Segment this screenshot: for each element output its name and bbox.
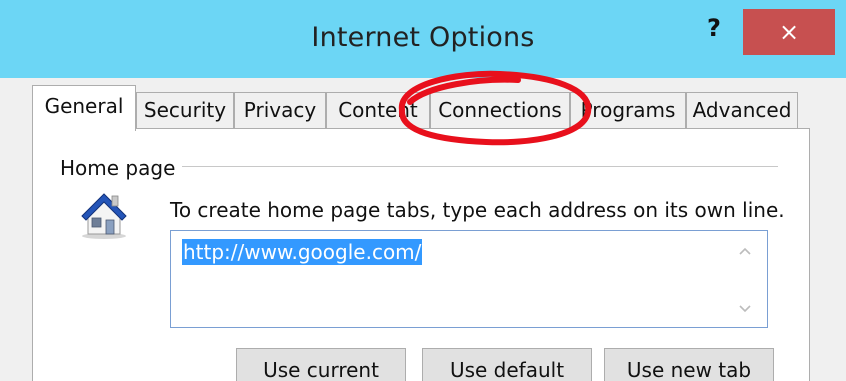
use-current-button[interactable]: Use current (236, 348, 406, 381)
tab-programs[interactable]: Programs (570, 92, 686, 129)
home-page-instruction: To create home page tabs, type each addr… (170, 198, 785, 222)
help-button[interactable]: ? (696, 10, 732, 46)
home-page-address-textarea[interactable]: http://www.google.com/ (170, 230, 768, 328)
home-page-address-value: http://www.google.com/ (182, 239, 423, 265)
tab-connections[interactable]: Connections (430, 92, 570, 129)
use-new-tab-button[interactable]: Use new tab (604, 348, 774, 381)
tab-advanced[interactable]: Advanced (686, 92, 798, 129)
house-icon (81, 193, 127, 239)
home-page-group-label: Home page (60, 156, 176, 180)
tab-privacy[interactable]: Privacy (234, 92, 326, 129)
tab-content[interactable]: Content (326, 92, 430, 129)
internet-options-window: Internet Options ? × General Security Pr… (0, 0, 846, 381)
use-default-button[interactable]: Use default (422, 348, 592, 381)
group-divider (182, 166, 778, 167)
title-bar[interactable]: Internet Options ? × (0, 0, 846, 78)
tab-security[interactable]: Security (136, 92, 234, 129)
tab-general[interactable]: General (32, 85, 136, 131)
scroll-down-arrow-icon[interactable] (737, 301, 753, 317)
scroll-up-arrow-icon[interactable] (737, 243, 753, 259)
close-button[interactable]: × (743, 9, 835, 55)
